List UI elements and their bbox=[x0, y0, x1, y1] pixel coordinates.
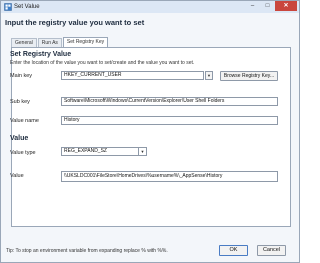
chevron-down-icon: ▼ bbox=[138, 148, 146, 155]
value-name-label: Value name bbox=[10, 118, 39, 124]
tab-general[interactable]: General bbox=[11, 38, 37, 47]
value-type-value: REG_EXPAND_SZ bbox=[64, 148, 107, 154]
close-button[interactable]: ✕ bbox=[275, 1, 297, 11]
value-type-select[interactable]: REG_EXPAND_SZ ▼ bbox=[61, 147, 147, 156]
window-title: Set Value bbox=[14, 4, 40, 10]
value-name-field[interactable]: History bbox=[61, 116, 278, 125]
dialog-header: Input the registry value you want to set bbox=[5, 18, 145, 27]
tab-set-registry-key[interactable]: Set Registry Key bbox=[62, 37, 109, 47]
footer-tip: Tip: To stop an environment variable fro… bbox=[6, 248, 168, 254]
value-field[interactable]: \\UKSLDC001\FileStore\HomeDrives\%userna… bbox=[61, 171, 278, 182]
value-label: Value bbox=[10, 173, 24, 179]
browse-registry-key-button[interactable]: Browse Registry Key... bbox=[220, 71, 278, 81]
value-type-label: Value type bbox=[10, 150, 36, 156]
tab-run-as[interactable]: Run As bbox=[37, 38, 62, 47]
tab-strip: General Run As Set Registry Key bbox=[11, 37, 109, 47]
section-title: Set Registry Value bbox=[10, 51, 72, 58]
main-key-label: Main key bbox=[10, 73, 33, 79]
main-key-value: HKEY_CURRENT_USER bbox=[64, 72, 122, 78]
maximize-button[interactable]: □ bbox=[260, 1, 275, 11]
window-controls: – □ ✕ bbox=[245, 1, 297, 11]
cancel-button[interactable]: Cancel bbox=[257, 245, 286, 256]
registry-icon bbox=[4, 3, 12, 11]
sub-key-label: Sub key bbox=[10, 99, 30, 105]
section-description: Enter the location of the value you want… bbox=[10, 60, 195, 66]
ok-button[interactable]: OK bbox=[219, 245, 248, 256]
set-value-dialog: Set Value – □ ✕ Input the registry value… bbox=[0, 0, 300, 263]
sub-key-field[interactable]: Software\Microsoft\Windows\CurrentVersio… bbox=[61, 97, 278, 106]
title-bar: Set Value – □ ✕ bbox=[1, 1, 299, 13]
value-section-title: Value bbox=[10, 135, 29, 142]
main-key-select[interactable]: HKEY_CURRENT_USER bbox=[61, 71, 204, 80]
chevron-down-icon[interactable]: ▼ bbox=[205, 71, 213, 80]
minimize-button[interactable]: – bbox=[245, 1, 260, 11]
